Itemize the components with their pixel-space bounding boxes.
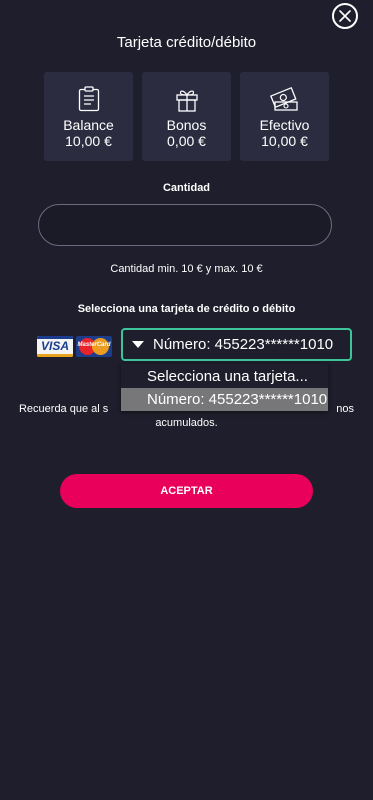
- cash-value: 10,00 €: [261, 133, 308, 149]
- close-button[interactable]: [332, 3, 358, 29]
- gift-icon: [175, 90, 198, 112]
- amount-limits: Cantidad min. 10 € y max. 10 €: [110, 263, 263, 275]
- card-select[interactable]: Número: 455223******1010: [121, 328, 352, 361]
- balance-card: Balance 10,00 €: [44, 72, 133, 161]
- chevron-down-icon: [132, 341, 144, 348]
- bonus-card: Bonos 0,00 €: [142, 72, 231, 161]
- note-line-2: acumulados.: [155, 417, 218, 429]
- card-option-selected[interactable]: Número: 455223******1010: [121, 388, 328, 411]
- page-title: Tarjeta crédito/débito: [116, 34, 257, 51]
- bonus-value: 0,00 €: [167, 133, 206, 149]
- clipboard-icon: [78, 86, 99, 112]
- amount-label: Cantidad: [162, 182, 211, 194]
- card-select-value: Número: 455223******1010: [153, 336, 334, 353]
- cash-label: Efectivo: [259, 117, 310, 133]
- card-select-label: Selecciona una tarjeta de crédito o débi…: [77, 303, 296, 315]
- close-icon: [339, 10, 351, 22]
- visa-logo: VISA: [37, 336, 73, 357]
- card-dropdown: Selecciona una tarjeta... Número: 455223…: [121, 364, 328, 411]
- balance-label: Balance: [63, 117, 114, 133]
- accept-button[interactable]: ACEPTAR: [60, 474, 313, 508]
- balance-value: 10,00 €: [65, 133, 112, 149]
- amount-input[interactable]: [38, 204, 332, 246]
- cash-icon: [269, 86, 298, 111]
- mastercard-logo: MasterCard: [76, 336, 112, 357]
- cash-card: Efectivo 10,00 €: [240, 72, 329, 161]
- bonus-label: Bonos: [166, 117, 207, 133]
- card-option[interactable]: Selecciona una tarjeta...: [121, 365, 328, 388]
